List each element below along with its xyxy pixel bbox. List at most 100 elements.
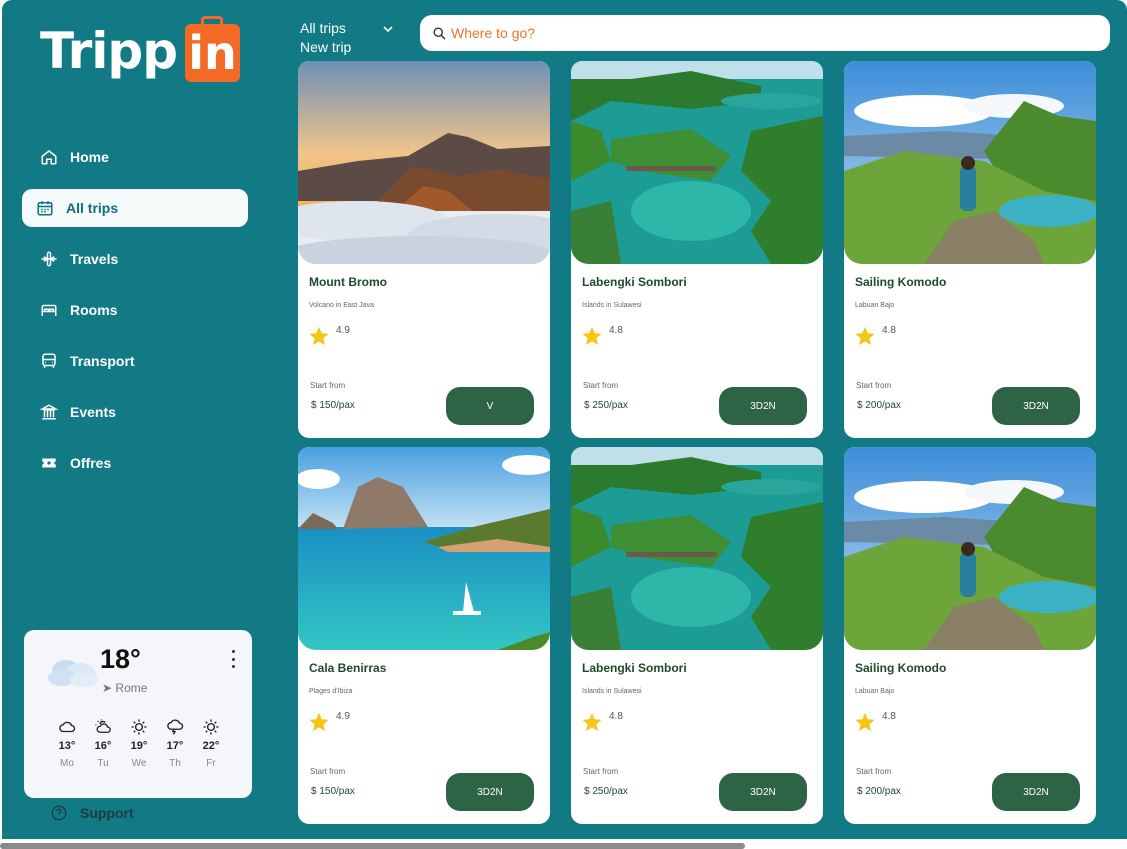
forecast-weekday: Tu (97, 758, 109, 769)
more-options-icon[interactable] (230, 650, 236, 668)
sidebar-item-all-trips[interactable]: All trips (22, 189, 248, 227)
horizontal-scrollbar[interactable] (0, 843, 745, 849)
forecast-temp: 22° (202, 740, 220, 752)
support-link[interactable]: Support (50, 804, 134, 822)
cloud-icon (59, 721, 76, 733)
trip-title[interactable]: Mount Bromo (309, 275, 387, 289)
trip-price: $ 200/pax (857, 400, 901, 411)
trip-duration-button[interactable]: 3D2N (719, 773, 807, 811)
trip-duration-button[interactable]: 3D2N (992, 387, 1080, 425)
forecast-day: 19° We (126, 718, 152, 769)
trip-image[interactable] (298, 61, 550, 264)
building-icon (40, 403, 58, 421)
sidebar-item-label: Rooms (70, 302, 118, 318)
ticket-icon (40, 454, 58, 472)
suitcase-icon: in (185, 16, 240, 82)
bed-icon (40, 301, 58, 319)
calendar-icon (36, 199, 54, 217)
sun-icon (131, 719, 147, 735)
sidebar-item-rooms[interactable]: Rooms (22, 291, 248, 329)
forecast-temp: 17° (166, 740, 184, 752)
current-temperature: 18° (100, 644, 141, 674)
sidebar-item-label: Home (70, 149, 109, 165)
trip-card[interactable]: Mount Bromo Volcano in East Java 4.9 Start … (298, 61, 550, 438)
trip-card[interactable]: Sailing Komodo Labuan Bajo 4.8 Start from $ … (844, 447, 1096, 824)
forecast-day: 17° Th (162, 718, 188, 769)
sidebar-item-offres[interactable]: Offres (22, 444, 248, 482)
forecast-temp: 19° (130, 740, 148, 752)
trip-image[interactable] (571, 447, 823, 650)
trip-card[interactable]: Labengki Sombori Islands in Sulawesi 4.8 St… (571, 61, 823, 438)
forecast-row: 13° Mo 16° Tu 19° We 17° Th 22° Fr (54, 718, 224, 769)
forecast-weekday: Mo (60, 758, 74, 769)
location-name: Rome (115, 681, 148, 695)
forecast-weekday: Th (169, 758, 181, 769)
forecast-weekday: We (131, 758, 147, 769)
star-icon (855, 326, 875, 345)
price-label: Start from (583, 767, 619, 776)
forecast-temp: 13° (58, 740, 76, 752)
star-icon (582, 326, 602, 345)
price-label: Start from (856, 767, 892, 776)
trip-duration-button[interactable]: 3D2N (719, 387, 807, 425)
trip-title[interactable]: Sailing Komodo (855, 661, 946, 675)
trip-card[interactable]: Cala Benirras Plages d'Ibiza 4.9 Start from… (298, 447, 550, 824)
trip-image[interactable] (844, 61, 1096, 264)
forecast-weekday: Fr (206, 758, 216, 769)
price-label: Start from (583, 381, 619, 390)
sidebar-item-label: All trips (66, 200, 119, 216)
trip-title[interactable]: Cala Benirras (309, 661, 386, 675)
trip-card[interactable]: Labengki Sombori Islands in Sulawesi 4.8 St… (571, 447, 823, 824)
sun-icon (203, 719, 219, 735)
forecast-day: 16° Tu (90, 718, 116, 769)
trip-image[interactable] (571, 61, 823, 264)
trip-subtitle: Labuan Bajo (855, 302, 895, 309)
sidebar-item-transport[interactable]: Transport (22, 342, 248, 380)
trip-subtitle: Volcano in East Java (309, 302, 374, 309)
trip-title[interactable]: Sailing Komodo (855, 275, 946, 289)
star-icon (582, 712, 602, 731)
trip-rating: 4.8 (609, 711, 623, 722)
partly-cloudy-icon (95, 719, 111, 733)
trip-price: $ 150/pax (311, 786, 355, 797)
forecast-temp: 16° (94, 740, 112, 752)
plane-icon (40, 250, 58, 268)
trip-rating: 4.8 (882, 711, 896, 722)
price-label: Start from (310, 767, 346, 776)
price-label: Start from (310, 381, 346, 390)
star-icon (309, 712, 329, 731)
chevron-down-icon[interactable] (382, 23, 394, 35)
trip-price: $ 150/pax (311, 400, 355, 411)
star-icon (855, 712, 875, 731)
trip-filter-option[interactable]: New trip (300, 39, 400, 55)
search-input[interactable] (451, 25, 1071, 41)
sidebar-item-label: Transport (70, 353, 135, 369)
price-label: Start from (856, 381, 892, 390)
forecast-day: 13° Mo (54, 718, 80, 769)
star-icon (309, 326, 329, 345)
location-arrow-icon: ➤ (102, 681, 113, 695)
trip-image[interactable] (298, 447, 550, 650)
search-bar (420, 15, 1110, 51)
weather-location: ➤ Rome (102, 681, 147, 695)
trip-card[interactable]: Sailing Komodo Labuan Bajo 4.8 Start from $ … (844, 61, 1096, 438)
logo-accent-text: in (188, 26, 237, 80)
sidebar-item-label: Events (70, 404, 116, 420)
trip-image[interactable] (844, 447, 1096, 650)
cloud-rain-icon (167, 719, 184, 735)
sidebar-item-events[interactable]: Events (22, 393, 248, 431)
help-icon (51, 805, 67, 821)
trip-title[interactable]: Labengki Sombori (582, 661, 687, 675)
trip-duration-button[interactable]: V (446, 387, 534, 425)
trip-duration-button[interactable]: 3D2N (992, 773, 1080, 811)
support-label: Support (80, 805, 134, 821)
logo-text: Tripp (40, 22, 178, 80)
sidebar-item-travels[interactable]: Travels (22, 240, 248, 278)
trip-title[interactable]: Labengki Sombori (582, 275, 687, 289)
car-icon (40, 352, 58, 370)
trip-duration-button[interactable]: 3D2N (446, 773, 534, 811)
sidebar-item-home[interactable]: Home (22, 138, 248, 176)
brand-logo[interactable]: Tripp in (40, 16, 250, 88)
trip-filter-dropdown[interactable]: All trips New trip (300, 20, 400, 55)
trip-price: $ 250/pax (584, 400, 628, 411)
